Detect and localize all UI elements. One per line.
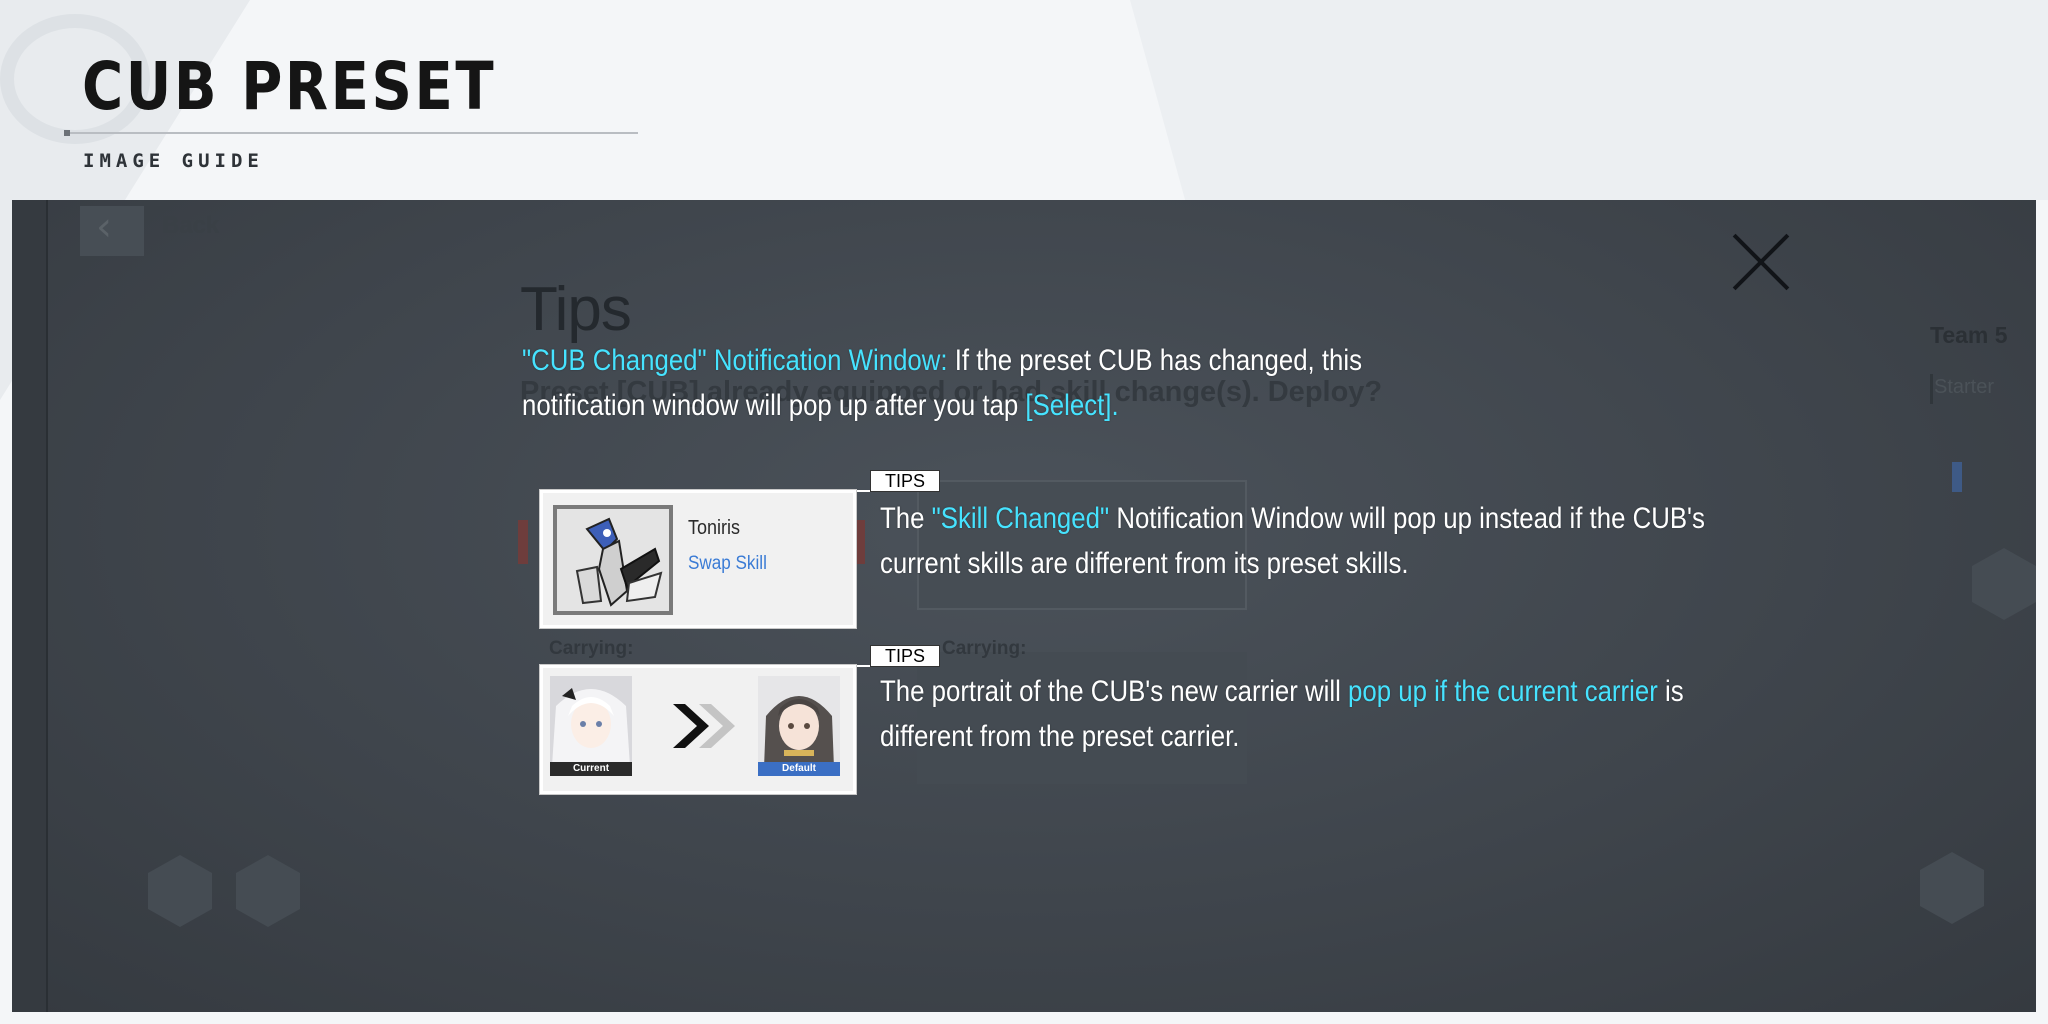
tips-connector <box>855 490 871 492</box>
carrying-label: Carrying: <box>549 638 634 659</box>
tip2-prefix: The portrait of the CUB's new carrier wi… <box>880 675 1349 708</box>
team-slot-accent <box>1952 462 1962 492</box>
default-carrier-image <box>758 676 840 776</box>
tips-tag: TIPS <box>870 470 940 492</box>
back-label: Back <box>162 212 220 239</box>
current-carrier-image <box>550 676 632 776</box>
page-subtitle: IMAGE GUIDE <box>83 150 264 172</box>
default-carrier-portrait: Default <box>758 676 840 776</box>
tip2-highlight: pop up if the current carrier <box>1348 675 1658 708</box>
double-chevron-right-icon <box>663 698 743 754</box>
tip1-prefix: The <box>880 502 932 535</box>
skill-changed-card: Toniris Swap Skill <box>540 490 856 628</box>
page-title: CUB PRESET <box>82 48 497 125</box>
current-carrier-portrait: Current <box>550 676 632 776</box>
intro-highlight: "CUB Changed" Notification Window: <box>522 344 948 377</box>
starter-marker <box>1930 374 1933 404</box>
select-highlight: [Select]. <box>1025 389 1119 422</box>
tips-tag: TIPS <box>870 645 940 667</box>
cub-mech-image <box>557 509 669 611</box>
current-label: Current <box>550 762 632 776</box>
header-background-shape-right <box>1130 0 2048 200</box>
game-screenshot: ‹ Back Team 5 Starter Preset [CUB] alrea… <box>12 200 2036 1012</box>
tip1-highlight: "Skill Changed" <box>931 502 1110 535</box>
back-arrow-icon: ‹ <box>96 204 112 250</box>
starter-label: Starter <box>1934 376 1995 398</box>
carrying-label: Carrying: <box>942 638 1027 659</box>
tips-heading: Tips <box>520 275 632 344</box>
screenshot-left-strip <box>12 200 48 1012</box>
carrier-changed-card: Current Default <box>540 665 856 794</box>
cub-name: Toniris <box>688 517 741 539</box>
title-divider-marker <box>64 130 70 136</box>
intro-annotation: "CUB Changed" Notification Window: If th… <box>522 338 1399 428</box>
tips-connector <box>855 665 871 667</box>
tip2-annotation: The portrait of the CUB's new carrier wi… <box>880 669 1766 759</box>
back-button[interactable] <box>80 206 144 256</box>
default-label: Default <box>758 762 840 776</box>
swap-skill-link[interactable]: Swap Skill <box>688 553 767 575</box>
card-accent <box>518 520 528 564</box>
card-accent <box>855 520 865 564</box>
team-label: Team 5 <box>1930 322 2008 348</box>
cub-portrait <box>553 505 673 615</box>
close-icon[interactable] <box>1729 230 1793 294</box>
title-divider <box>64 132 638 134</box>
tip1-annotation: The "Skill Changed" Notification Window … <box>880 496 1766 586</box>
